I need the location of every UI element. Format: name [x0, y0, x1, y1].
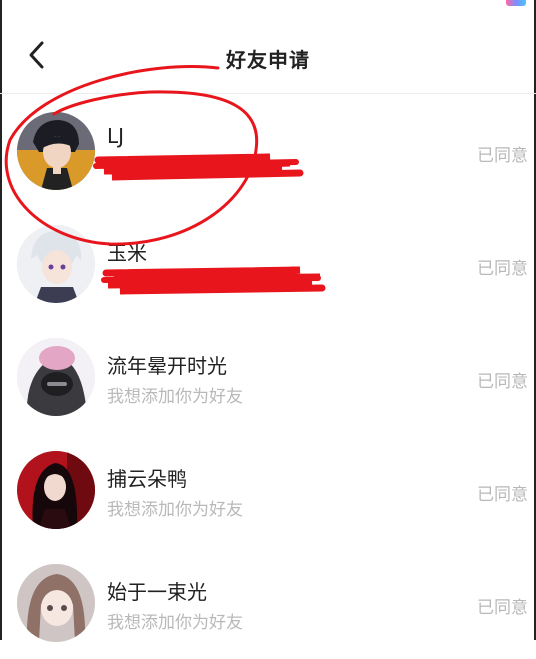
friend-request-item[interactable]: 玉米 已同意	[0, 207, 536, 320]
app-header: 好友申请	[0, 22, 536, 92]
avatar[interactable]	[17, 225, 95, 303]
friend-request-list: LJ 已同意 玉米 已同意 流年晕开时光 我想添加你为好友 已同意 捕云朵鸭 我…	[0, 94, 536, 659]
page-title: 好友申请	[226, 48, 310, 72]
request-name: LJ	[107, 124, 125, 148]
avatar[interactable]	[17, 451, 95, 529]
friend-request-item[interactable]: LJ 已同意	[0, 94, 536, 207]
request-status: 已同意	[477, 146, 528, 166]
status-bar-indicator	[506, 0, 526, 6]
request-message: 我想添加你为好友	[107, 500, 243, 520]
friend-request-item[interactable]: 捕云朵鸭 我想添加你为好友 已同意	[0, 433, 536, 546]
request-status: 已同意	[477, 372, 528, 392]
request-name: 始于一束光	[107, 580, 207, 604]
friend-request-item[interactable]: 始于一束光 我想添加你为好友 已同意	[0, 546, 536, 659]
avatar[interactable]	[17, 564, 95, 642]
request-name: 玉米	[107, 241, 147, 265]
request-name: 流年晕开时光	[107, 354, 227, 378]
request-status: 已同意	[477, 598, 528, 618]
request-status: 已同意	[477, 485, 528, 505]
request-status: 已同意	[477, 259, 528, 279]
avatar[interactable]	[17, 112, 95, 190]
avatar[interactable]	[17, 338, 95, 416]
request-message: 我想添加你为好友	[107, 613, 243, 633]
request-message: 我想添加你为好友	[107, 387, 243, 407]
friend-request-item[interactable]: 流年晕开时光 我想添加你为好友 已同意	[0, 320, 536, 433]
request-name: 捕云朵鸭	[107, 467, 187, 491]
